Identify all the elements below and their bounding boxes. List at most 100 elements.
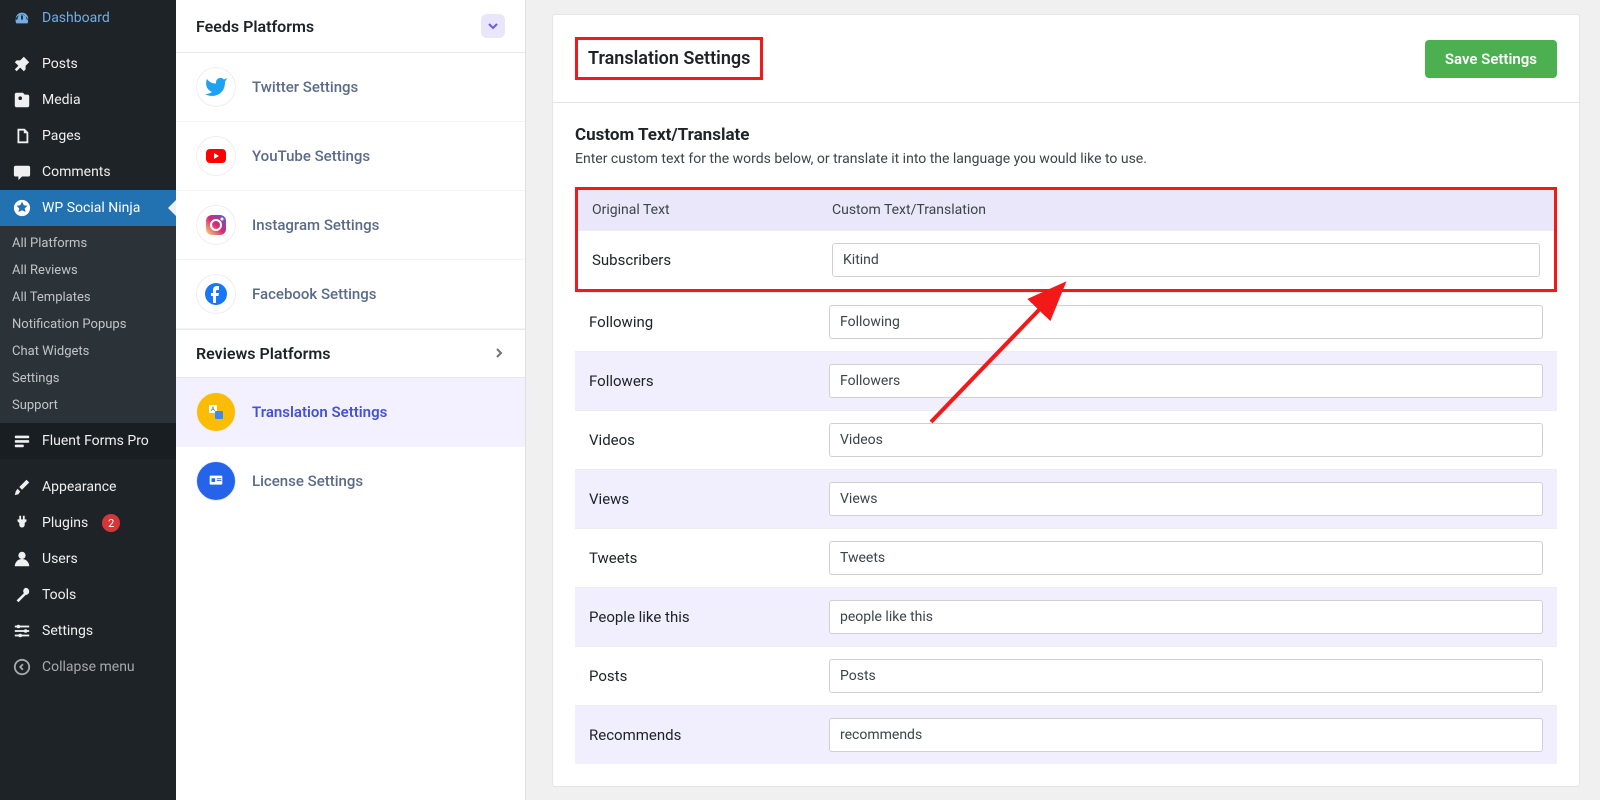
submenu-settings[interactable]: Settings [0, 365, 176, 392]
custom-text-input[interactable] [829, 364, 1543, 398]
menu-wp-social-ninja[interactable]: WP Social Ninja [0, 190, 176, 226]
custom-text-input[interactable] [829, 718, 1543, 752]
instagram-settings-item[interactable]: Instagram Settings [176, 191, 525, 260]
menu-plugins[interactable]: Plugins 2 [0, 505, 176, 541]
menu-settings[interactable]: Settings [0, 613, 176, 649]
license-icon [196, 461, 236, 501]
menu-label: WP Social Ninja [42, 200, 140, 216]
submenu-all-reviews[interactable]: All Reviews [0, 257, 176, 284]
menu-label: Settings [42, 623, 93, 639]
col-original: Original Text [592, 202, 832, 218]
submenu-support[interactable]: Support [0, 392, 176, 419]
settings-panel: Translation Settings Save Settings Custo… [552, 14, 1580, 787]
facebook-settings-item[interactable]: Facebook Settings [176, 260, 525, 329]
menu-appearance[interactable]: Appearance [0, 469, 176, 505]
feeds-platforms-header: Feeds Platforms [176, 0, 525, 53]
menu-label: Comments [42, 164, 111, 180]
menu-label: Pages [42, 128, 81, 144]
custom-text-input[interactable] [829, 541, 1543, 575]
menu-label: Plugins [42, 515, 88, 531]
custom-text-input[interactable] [829, 659, 1543, 693]
menu-label: Dashboard [42, 10, 110, 26]
license-settings-item[interactable]: License Settings [176, 447, 525, 515]
table-row: Following [575, 292, 1557, 351]
translation-table: Following Followers Videos Views Tweets [575, 292, 1557, 764]
wrench-icon [12, 585, 32, 605]
custom-text-input[interactable] [832, 243, 1540, 277]
submenu-notification-popups[interactable]: Notification Popups [0, 311, 176, 338]
collapse-feeds-button[interactable] [481, 14, 505, 38]
pages-icon [12, 126, 32, 146]
translate-icon: A [196, 392, 236, 432]
table-row: Tweets [575, 528, 1557, 587]
submenu-wp-social-ninja: All Platforms All Reviews All Templates … [0, 226, 176, 423]
table-row: Posts [575, 646, 1557, 705]
menu-label: Fluent Forms Pro [42, 433, 149, 449]
col-custom: Custom Text/Translation [832, 202, 986, 218]
menu-label: Appearance [42, 479, 116, 495]
media-icon [12, 90, 32, 110]
settings-icon [12, 621, 32, 641]
translation-label: Translation Settings [252, 403, 387, 421]
svg-text:A: A [211, 406, 215, 413]
twitter-settings-item[interactable]: Twitter Settings [176, 53, 525, 122]
reviews-platforms-header[interactable]: Reviews Platforms [176, 329, 525, 378]
reviews-title: Reviews Platforms [196, 344, 330, 363]
original-text: Followers [589, 372, 829, 390]
facebook-icon [196, 274, 236, 314]
comment-icon [12, 162, 32, 182]
menu-label: Collapse menu [42, 659, 135, 675]
menu-label: Users [42, 551, 78, 567]
menu-media[interactable]: Media [0, 82, 176, 118]
menu-collapse[interactable]: Collapse menu [0, 649, 176, 685]
sub-title: Custom Text/Translate [575, 125, 1557, 145]
custom-text-input[interactable] [829, 423, 1543, 457]
original-text: Following [589, 313, 829, 331]
chevron-right-icon [493, 344, 505, 363]
custom-text-input[interactable] [829, 482, 1543, 516]
menu-label: Posts [42, 56, 78, 72]
panel-header: Translation Settings Save Settings [553, 15, 1579, 103]
submenu-all-platforms[interactable]: All Platforms [0, 230, 176, 257]
user-icon [12, 549, 32, 569]
brush-icon [12, 477, 32, 497]
table-row: Views [575, 469, 1557, 528]
table-row: Followers [575, 351, 1557, 410]
submenu-chat-widgets[interactable]: Chat Widgets [0, 338, 176, 365]
instagram-label: Instagram Settings [252, 216, 379, 234]
submenu-all-templates[interactable]: All Templates [0, 284, 176, 311]
menu-fluent-forms[interactable]: Fluent Forms Pro [0, 423, 176, 459]
original-text: Videos [589, 431, 829, 449]
youtube-label: YouTube Settings [252, 147, 370, 165]
original-text: People like this [589, 608, 829, 626]
menu-pages[interactable]: Pages [0, 118, 176, 154]
menu-users[interactable]: Users [0, 541, 176, 577]
plugins-badge: 2 [102, 514, 120, 532]
panel-body: Custom Text/Translate Enter custom text … [553, 103, 1579, 786]
pin-icon [12, 54, 32, 74]
save-settings-button[interactable]: Save Settings [1425, 40, 1557, 78]
plug-icon [12, 513, 32, 533]
menu-dashboard[interactable]: Dashboard [0, 0, 176, 36]
wp-admin-sidebar: Dashboard Posts Media Pages Comments WP … [0, 0, 176, 800]
panel-title: Translation Settings [575, 37, 763, 80]
twitter-icon [196, 67, 236, 107]
custom-text-input[interactable] [829, 600, 1543, 634]
table-row: Videos [575, 410, 1557, 469]
instagram-icon [196, 205, 236, 245]
menu-posts[interactable]: Posts [0, 46, 176, 82]
custom-text-input[interactable] [829, 305, 1543, 339]
youtube-settings-item[interactable]: YouTube Settings [176, 122, 525, 191]
table-header: Original Text Custom Text/Translation [578, 190, 1554, 230]
feeds-title: Feeds Platforms [196, 17, 314, 36]
youtube-icon [196, 136, 236, 176]
translation-settings-item[interactable]: A Translation Settings [176, 378, 525, 447]
menu-tools[interactable]: Tools [0, 577, 176, 613]
secondary-sidebar: Feeds Platforms Twitter Settings YouTube… [176, 0, 526, 800]
license-label: License Settings [252, 472, 363, 490]
menu-comments[interactable]: Comments [0, 154, 176, 190]
dashboard-icon [12, 8, 32, 28]
table-row: Recommends [575, 705, 1557, 764]
table-row: Subscribers [578, 230, 1554, 289]
original-text: Posts [589, 667, 829, 685]
